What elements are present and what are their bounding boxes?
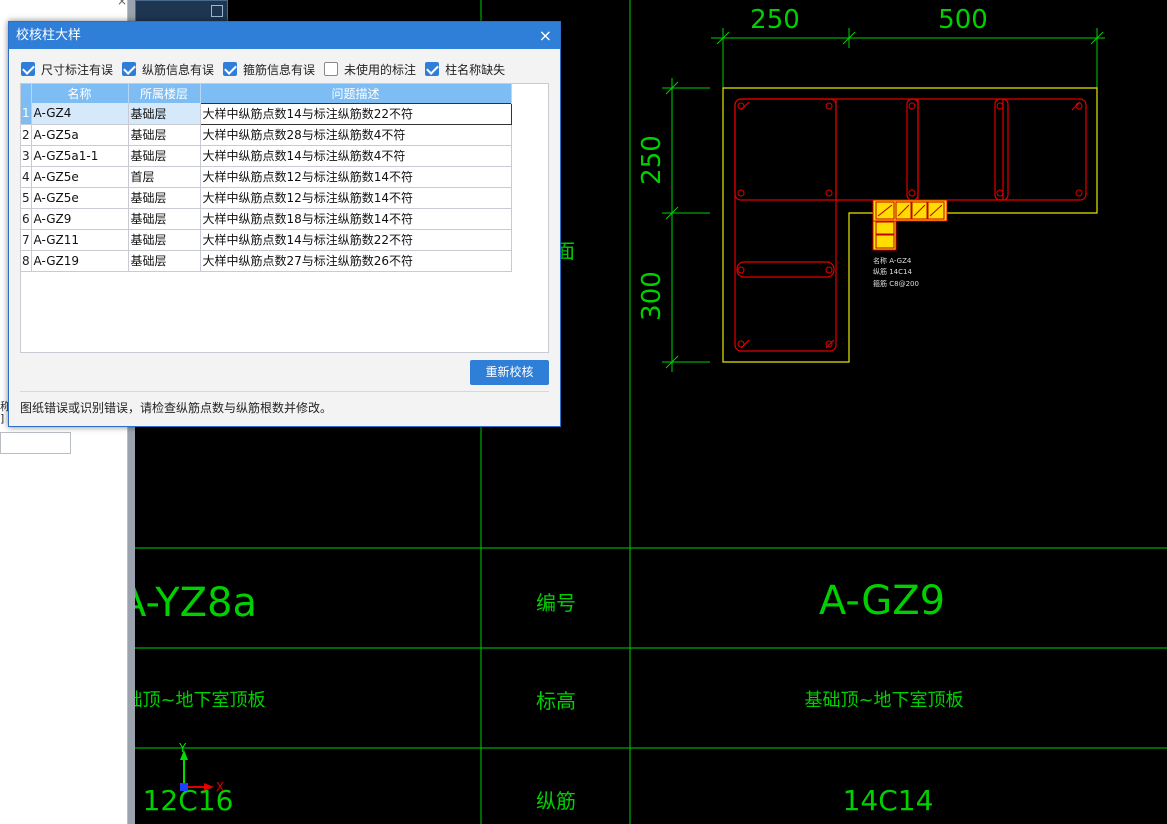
checkbox-icon[interactable]: [324, 62, 339, 76]
row-name[interactable]: A-GZ4: [31, 103, 129, 125]
dialog-titlebar[interactable]: 校核柱大样 ×: [9, 22, 560, 49]
filter-unused-annotation[interactable]: 未使用的标注: [324, 61, 416, 78]
header-index: [21, 84, 32, 103]
row-description[interactable]: 大样中纵筋点数14与标注纵筋数4不符: [200, 145, 512, 167]
callout-stirrup: 箍筋 C8@200: [873, 279, 919, 288]
row-index[interactable]: 2: [21, 124, 32, 146]
recheck-button[interactable]: 重新校核: [470, 360, 549, 385]
row-description[interactable]: 大样中纵筋点数28与标注纵筋数4不符: [200, 124, 512, 146]
dim-top-right: 500: [938, 5, 988, 35]
svg-text:Y: Y: [178, 741, 187, 755]
row-name[interactable]: A-GZ5e: [31, 187, 129, 209]
table-header-row: 名称 所属楼层 问题描述: [21, 84, 512, 103]
table-row[interactable]: 6 A-GZ9 基础层 大样中纵筋点数18与标注纵筋数14不符: [21, 208, 512, 230]
row-description[interactable]: 大样中纵筋点数27与标注纵筋数26不符: [200, 250, 512, 272]
table-row[interactable]: 2 A-GZ5a 基础层 大样中纵筋点数28与标注纵筋数4不符: [21, 124, 512, 146]
table-row[interactable]: 3 A-GZ5a1-1 基础层 大样中纵筋点数14与标注纵筋数4不符: [21, 145, 512, 167]
row-floor[interactable]: 基础层: [128, 124, 201, 146]
row-description[interactable]: 大样中纵筋点数12与标注纵筋数14不符: [200, 187, 512, 209]
label-biaohao: 编号: [536, 591, 576, 615]
section-name-right: A-GZ9: [819, 578, 945, 624]
row-floor[interactable]: 基础层: [128, 145, 201, 167]
rebar-right: 14C14: [843, 784, 934, 817]
row-name[interactable]: A-GZ11: [31, 229, 129, 251]
row-name[interactable]: A-GZ19: [31, 250, 129, 272]
table-row[interactable]: 4 A-GZ5e 首层 大样中纵筋点数12与标注纵筋数14不符: [21, 166, 512, 188]
row-description[interactable]: 大样中纵筋点数12与标注纵筋数14不符: [200, 166, 512, 188]
row-description[interactable]: 大样中纵筋点数14与标注纵筋数22不符: [200, 229, 512, 251]
row-floor[interactable]: 基础层: [128, 103, 201, 125]
row-description[interactable]: 大样中纵筋点数18与标注纵筋数14不符: [200, 208, 512, 230]
dim-left-top: 250: [637, 135, 667, 185]
filter-stirrup-error[interactable]: 箍筋信息有误: [223, 61, 315, 78]
dialog-title: 校核柱大样: [16, 28, 82, 43]
dim-top-left: 250: [750, 5, 800, 35]
table-row[interactable]: 8 A-GZ19 基础层 大样中纵筋点数27与标注纵筋数26不符: [21, 250, 512, 272]
row-name[interactable]: A-GZ5e: [31, 166, 129, 188]
row-floor[interactable]: 基础层: [128, 229, 201, 251]
row-index[interactable]: 4: [21, 166, 32, 188]
row-index[interactable]: 5: [21, 187, 32, 209]
dim-left-bottom: 300: [637, 271, 667, 321]
row-floor[interactable]: 基础层: [128, 208, 201, 230]
callout-bars: 纵筋 14C14: [873, 267, 912, 276]
divider: [20, 391, 549, 392]
filter-missing-column-name[interactable]: 柱名称缺失: [425, 61, 505, 78]
checkbox-icon[interactable]: [21, 62, 35, 76]
issues-table: 名称 所属楼层 问题描述 1 A-GZ4 基础层 大样中纵筋点数14与标注纵筋数22不…: [20, 83, 549, 353]
row-index[interactable]: 7: [21, 229, 32, 251]
row-name[interactable]: A-GZ9: [31, 208, 129, 230]
left-panel-fragment: ]: [0, 412, 5, 425]
row-floor[interactable]: 首层: [128, 166, 201, 188]
header-floor[interactable]: 所属楼层: [128, 84, 201, 103]
row-index[interactable]: 3: [21, 145, 32, 167]
row-index[interactable]: 6: [21, 208, 32, 230]
filter-longitudinal-bar-error[interactable]: 纵筋信息有误: [122, 61, 214, 78]
header-description[interactable]: 问题描述: [200, 84, 512, 103]
row-description[interactable]: 大样中纵筋点数14与标注纵筋数22不符: [199, 102, 512, 125]
left-panel-close-icon[interactable]: ×: [117, 0, 127, 8]
elev-right: 基础顶~地下室顶板: [804, 690, 963, 711]
hint-text: 图纸错误或识别错误，请检查纵筋点数与纵筋根数并修改。: [20, 401, 333, 415]
row-index[interactable]: 1: [21, 103, 32, 125]
row-name[interactable]: A-GZ5a1-1: [31, 145, 129, 167]
checkbox-icon[interactable]: [122, 62, 137, 76]
table-row[interactable]: 1 A-GZ4 基础层 大样中纵筋点数14与标注纵筋数22不符: [21, 102, 512, 125]
row-floor[interactable]: 基础层: [128, 187, 201, 209]
table-row[interactable]: 7 A-GZ11 基础层 大样中纵筋点数14与标注纵筋数22不符: [21, 229, 512, 251]
svg-text:X: X: [216, 780, 224, 794]
row-index[interactable]: 8: [21, 250, 32, 272]
callout-name: 名称 A-GZ4: [873, 256, 912, 265]
row-name[interactable]: A-GZ5a: [31, 124, 129, 146]
label-zongjin: 纵筋: [536, 789, 576, 813]
section-name-left: A-YZ8a: [119, 580, 257, 626]
checkbox-icon[interactable]: [223, 62, 238, 76]
label-biaogao: 标高: [536, 689, 576, 713]
left-panel-input[interactable]: [0, 432, 71, 454]
row-floor[interactable]: 基础层: [128, 250, 201, 272]
window-toggle-icon[interactable]: [211, 5, 223, 17]
header-name[interactable]: 名称: [31, 84, 129, 103]
checkbox-icon[interactable]: [425, 62, 440, 76]
filter-dimension-error[interactable]: 尺寸标注有误: [21, 61, 113, 78]
check-column-detail-dialog: 校核柱大样 × 尺寸标注有误 纵筋信息有误 箍筋信息有误 未使用的标注 柱名称缺…: [8, 21, 561, 427]
table-row[interactable]: 5 A-GZ5e 基础层 大样中纵筋点数12与标注纵筋数14不符: [21, 187, 512, 209]
close-icon[interactable]: ×: [539, 22, 552, 49]
filter-checkbox-row: 尺寸标注有误 纵筋信息有误 箍筋信息有误 未使用的标注 柱名称缺失: [21, 60, 514, 78]
